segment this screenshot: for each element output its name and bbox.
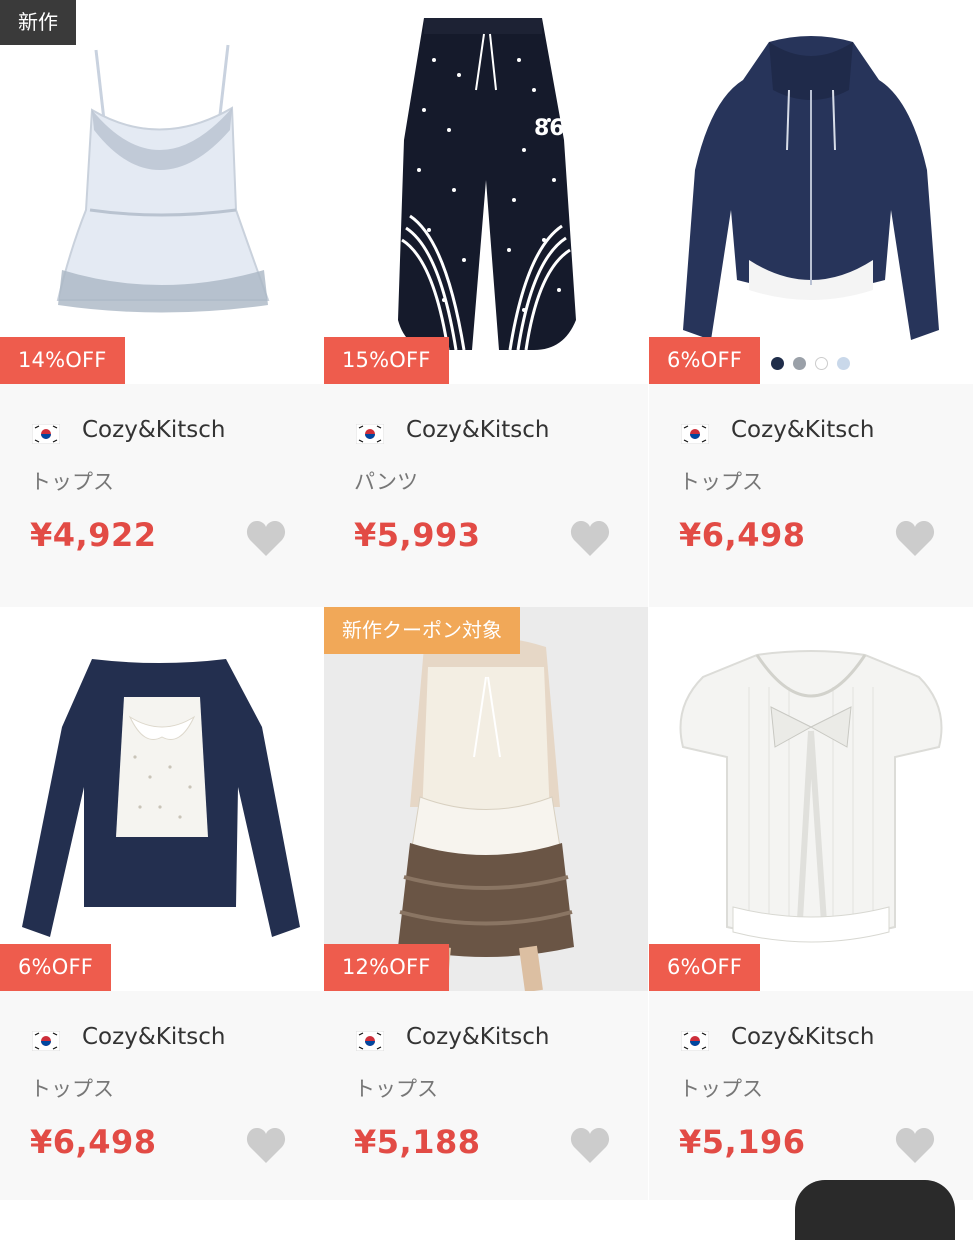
svg-text:86: 86: [534, 116, 565, 141]
discount-badge: 14%OFF: [0, 337, 125, 384]
floating-action-button[interactable]: [795, 1180, 955, 1240]
color-swatch[interactable]: [815, 357, 828, 370]
product-image[interactable]: [649, 607, 973, 991]
price: ¥5,188: [354, 1123, 481, 1161]
product-card[interactable]: 6%OFF Cozy&Kitsch トップス ¥6,498: [649, 0, 973, 607]
category-label: トップス: [679, 1077, 763, 1101]
product-info: Cozy&Kitsch パンツ ¥5,993: [324, 384, 648, 607]
category-label: トップス: [354, 1077, 438, 1101]
category-label: パンツ: [354, 470, 419, 494]
brand-name[interactable]: Cozy&Kitsch: [731, 1024, 874, 1050]
product-image[interactable]: [324, 607, 648, 991]
heart-icon[interactable]: [246, 520, 286, 557]
category-label: トップス: [679, 470, 763, 494]
product-image[interactable]: [0, 607, 324, 991]
category-label: トップス: [30, 470, 114, 494]
korea-flag-icon: [356, 424, 384, 444]
korea-flag-icon: [681, 424, 709, 444]
color-swatch[interactable]: [793, 357, 806, 370]
color-swatch[interactable]: [771, 357, 784, 370]
product-card[interactable]: 86 15%OFF Cozy&Kitsch パンツ ¥5,993: [324, 0, 648, 607]
product-card[interactable]: 6%OFF Cozy&Kitsch トップス ¥5,196: [649, 607, 973, 1200]
brand-name[interactable]: Cozy&Kitsch: [731, 417, 874, 443]
heart-icon[interactable]: [570, 520, 610, 557]
product-image[interactable]: 86: [324, 0, 648, 384]
korea-flag-icon: [32, 1031, 60, 1051]
discount-badge: 12%OFF: [324, 944, 449, 991]
new-badge: 新作: [0, 0, 76, 45]
brand-name[interactable]: Cozy&Kitsch: [82, 1024, 225, 1050]
product-info: Cozy&Kitsch トップス ¥6,498: [0, 991, 324, 1200]
product-image[interactable]: [0, 0, 324, 384]
product-card[interactable]: 6%OFF Cozy&Kitsch トップス ¥6,498: [0, 607, 324, 1200]
brand-name[interactable]: Cozy&Kitsch: [406, 417, 549, 443]
discount-badge: 6%OFF: [649, 944, 761, 991]
product-info: Cozy&Kitsch トップス ¥5,188: [324, 991, 648, 1200]
product-card[interactable]: 新作 14%OFF Cozy&Kitsch トップス ¥4,922: [0, 0, 324, 607]
discount-badge: 6%OFF: [649, 337, 761, 384]
heart-icon[interactable]: [246, 1127, 286, 1164]
heart-icon[interactable]: [570, 1127, 610, 1164]
color-swatches[interactable]: [771, 357, 850, 370]
heart-icon[interactable]: [895, 1127, 935, 1164]
product-info: Cozy&Kitsch トップス ¥6,498: [649, 384, 973, 607]
price: ¥5,196: [679, 1123, 806, 1161]
korea-flag-icon: [32, 424, 60, 444]
product-image[interactable]: [649, 0, 973, 384]
price: ¥6,498: [30, 1123, 157, 1161]
coupon-badge: 新作クーポン対象: [324, 607, 520, 654]
brand-name[interactable]: Cozy&Kitsch: [82, 417, 225, 443]
korea-flag-icon: [681, 1031, 709, 1051]
discount-badge: 6%OFF: [0, 944, 112, 991]
color-swatch[interactable]: [837, 357, 850, 370]
product-info: Cozy&Kitsch トップス ¥5,196: [649, 991, 973, 1200]
category-label: トップス: [30, 1077, 114, 1101]
product-card[interactable]: 新作クーポン対象 12%OFF Cozy&Kitsch トップス ¥5,188: [324, 607, 648, 1200]
price: ¥4,922: [30, 516, 157, 554]
price: ¥5,993: [354, 516, 481, 554]
heart-icon[interactable]: [895, 520, 935, 557]
product-info: Cozy&Kitsch トップス ¥4,922: [0, 384, 324, 607]
korea-flag-icon: [356, 1031, 384, 1051]
discount-badge: 15%OFF: [324, 337, 449, 384]
price: ¥6,498: [679, 516, 806, 554]
brand-name[interactable]: Cozy&Kitsch: [406, 1024, 549, 1050]
